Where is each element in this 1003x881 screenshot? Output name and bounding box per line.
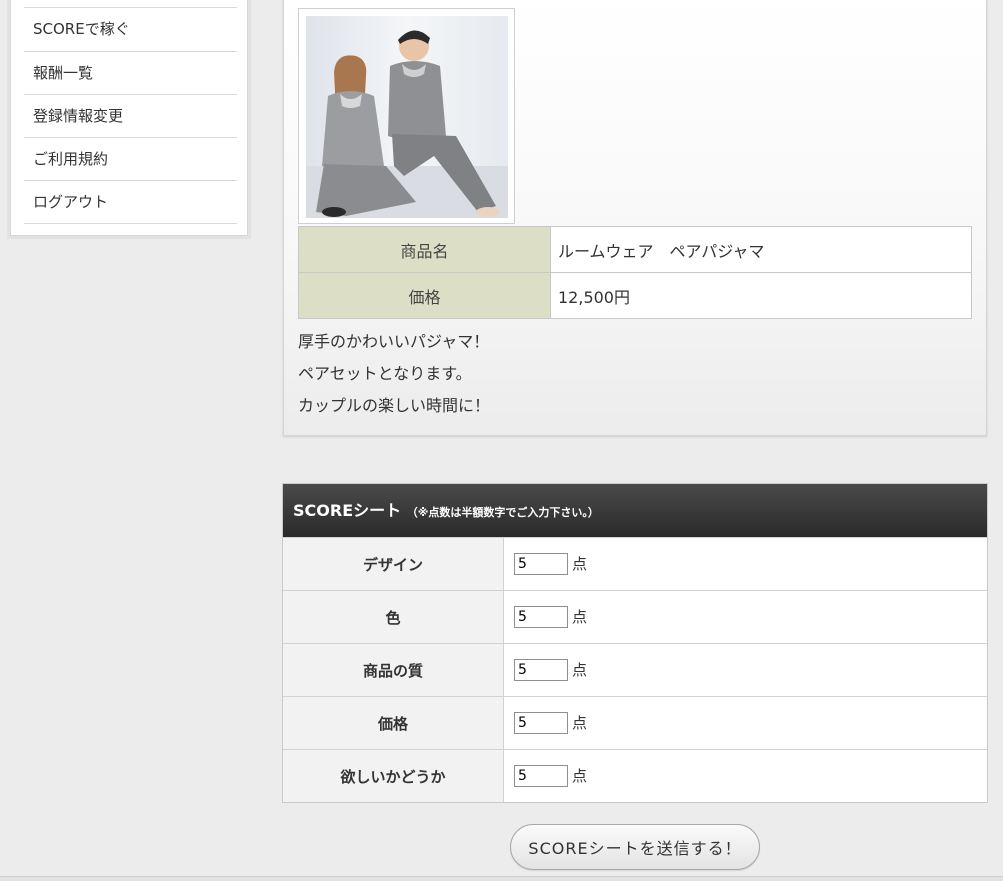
product-name-value: ルームウェア ペアパジャマ [550, 226, 972, 273]
description-line: 厚手のかわいいパジャマ！ [298, 332, 490, 351]
sidebar-item-earn[interactable]: SCOREで稼ぐ [24, 7, 237, 52]
score-label: 欲しいかどうか [283, 749, 504, 802]
product-info-table: 商品名 ルームウェア ペアパジャマ 価格 12,500円 [298, 226, 972, 319]
score-sheet-title: SCOREシート [293, 501, 402, 520]
table-row: 価格 12,500円 [298, 272, 972, 319]
product-photo-icon [306, 16, 508, 218]
score-unit: 点 [572, 766, 588, 785]
score-row-color: 色 点 [283, 590, 987, 644]
score-label: デザイン [283, 537, 504, 591]
score-label: 価格 [283, 696, 504, 750]
score-input-desire[interactable] [514, 765, 568, 788]
score-row-price: 価格 点 [283, 696, 987, 750]
product-image [298, 8, 515, 224]
score-input-quality[interactable] [514, 659, 568, 682]
submit-score-button[interactable]: SCOREシートを送信する！ [510, 824, 760, 870]
sidebar-item-rewards[interactable]: 報酬一覧 [24, 52, 237, 95]
product-name-label: 商品名 [298, 226, 551, 273]
score-row-desire: 欲しいかどうか 点 [283, 749, 987, 802]
score-input-price[interactable] [514, 712, 568, 735]
score-sheet: SCOREシート （※点数は半額数字でご入力下さい。） デザイン 点 色 点 商… [282, 483, 988, 803]
score-sheet-header: SCOREシート （※点数は半額数字でご入力下さい。） [283, 484, 987, 537]
page-bottom-border [0, 876, 1003, 881]
sidebar: SCOREで稼ぐ 報酬一覧 登録情報変更 ご利用規約 ログアウト [10, 0, 248, 236]
score-input-design[interactable] [514, 553, 568, 576]
table-row: 商品名 ルームウェア ペアパジャマ [298, 226, 972, 273]
score-label: 色 [283, 590, 504, 644]
score-unit: 点 [572, 713, 588, 732]
product-description: 厚手のかわいいパジャマ！ ペアセットとなります。 カップルの楽しい時間に！ [298, 326, 490, 422]
description-line: カップルの楽しい時間に！ [298, 396, 491, 415]
score-row-quality: 商品の質 点 [283, 643, 987, 697]
score-label: 商品の質 [283, 643, 504, 697]
sidebar-item-logout[interactable]: ログアウト [24, 181, 237, 224]
sidebar-item-profile[interactable]: 登録情報変更 [24, 95, 237, 138]
score-unit: 点 [572, 554, 588, 573]
score-input-color[interactable] [514, 606, 568, 629]
product-price-value: 12,500円 [550, 272, 972, 319]
sidebar-item-terms[interactable]: ご利用規約 [24, 138, 237, 181]
score-row-design: デザイン 点 [283, 537, 987, 591]
score-table: デザイン 点 色 点 商品の質 点 価格 点 欲しいかどうか 点 [283, 537, 987, 802]
product-panel: 商品名 ルームウェア ペアパジャマ 価格 12,500円 厚手のかわいいパジャマ… [283, 0, 987, 436]
sidebar-menu: SCOREで稼ぐ 報酬一覧 登録情報変更 ご利用規約 ログアウト [11, 7, 247, 224]
score-unit: 点 [572, 607, 588, 626]
score-sheet-note: （※点数は半額数字でご入力下さい。） [406, 506, 599, 519]
description-line: ペアセットとなります。 [298, 364, 472, 383]
score-unit: 点 [572, 660, 588, 679]
product-price-label: 価格 [298, 272, 551, 319]
